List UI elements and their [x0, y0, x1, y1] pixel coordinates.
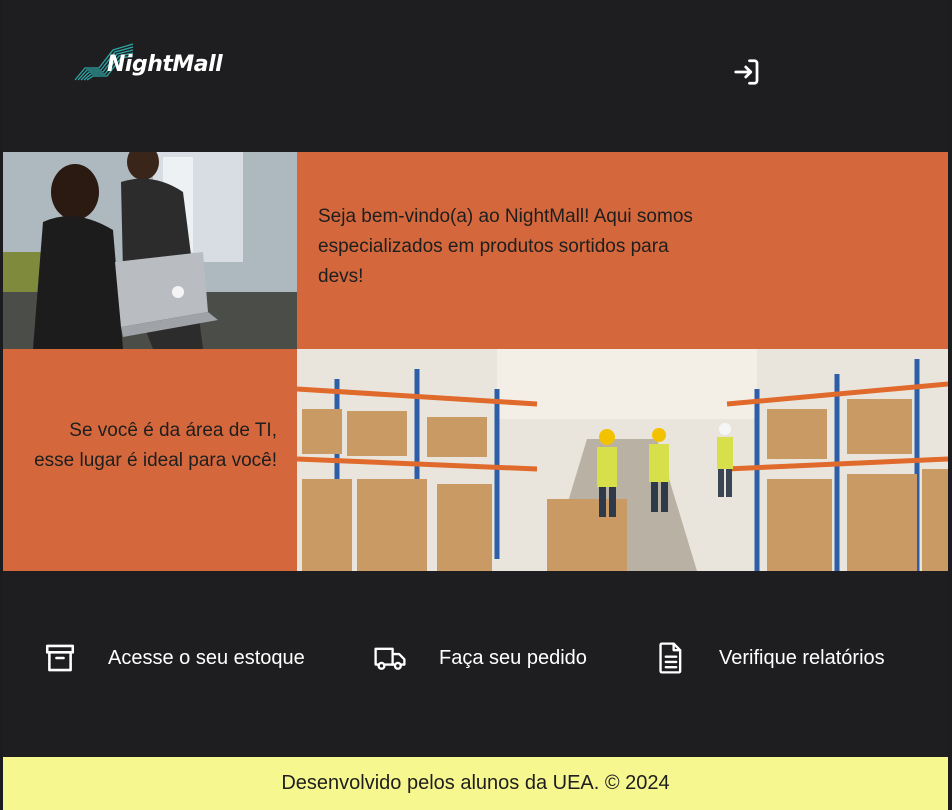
actions-bar: Acesse o seu estoque Faça seu pedido Ver… — [3, 571, 948, 757]
people-with-laptop-photo — [3, 152, 297, 349]
truck-icon — [373, 641, 407, 675]
login-icon — [734, 59, 759, 85]
action-stock-label: Acesse o seu estoque — [108, 646, 305, 669]
welcome-text: Seja bem-vindo(a) ao NightMall! Aqui som… — [318, 206, 693, 287]
action-order-label: Faça seu pedido — [439, 646, 587, 669]
logo[interactable]: NightMall — [73, 42, 223, 82]
document-icon — [654, 641, 688, 675]
ti-panel: Se você é da área de TI, esse lugar é id… — [3, 349, 297, 571]
archive-box-icon — [43, 641, 77, 675]
action-reports[interactable]: Verifique relatórios — [654, 641, 885, 675]
header: NightMall — [3, 0, 948, 152]
ti-text: Se você é da área de TI, esse lugar é id… — [34, 420, 277, 471]
hero-row-ti: Se você é da área de TI, esse lugar é id… — [3, 349, 948, 571]
footer: Desenvolvido pelos alunos da UEA. © 2024 — [3, 757, 948, 810]
action-order[interactable]: Faça seu pedido — [373, 641, 587, 675]
action-stock[interactable]: Acesse o seu estoque — [43, 641, 305, 675]
action-reports-label: Verifique relatórios — [719, 646, 885, 669]
login-button[interactable] — [731, 56, 763, 88]
hero-row-welcome: Seja bem-vindo(a) ao NightMall! Aqui som… — [3, 152, 948, 349]
warehouse-photo — [297, 349, 948, 571]
footer-text: Desenvolvido pelos alunos da UEA. © 2024 — [281, 772, 670, 794]
logo-text: NightMall — [107, 51, 223, 77]
welcome-panel: Seja bem-vindo(a) ao NightMall! Aqui som… — [297, 152, 948, 349]
page-frame: NightMall Seja bem-vindo(a) ao NightMall… — [3, 0, 948, 810]
